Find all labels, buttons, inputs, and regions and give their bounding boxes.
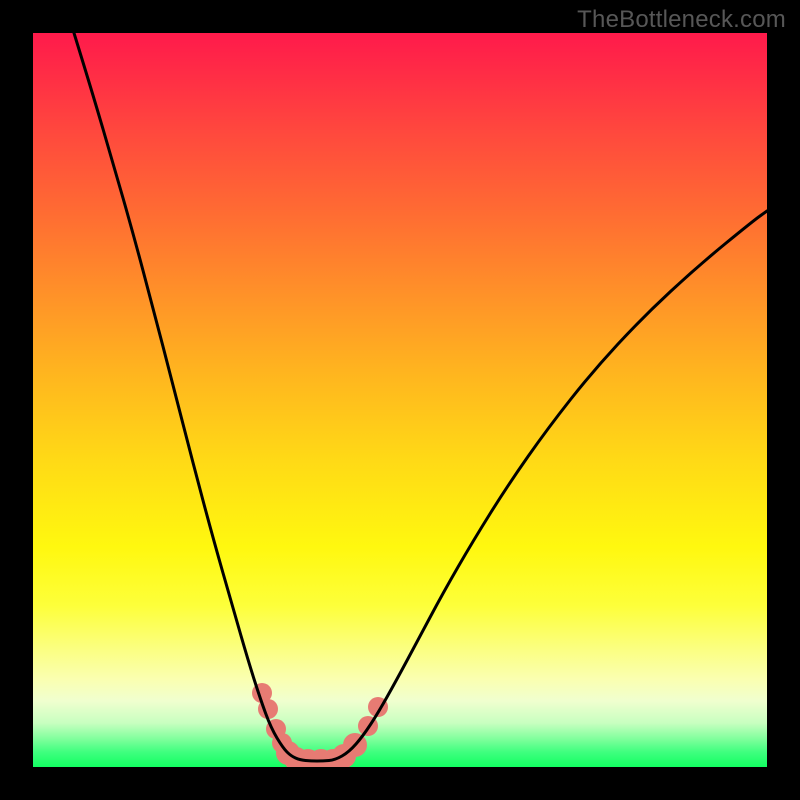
marker-dots-group bbox=[252, 683, 388, 767]
plot-area bbox=[33, 33, 767, 767]
bottleneck-curve-path bbox=[74, 33, 767, 761]
chart-frame: TheBottleneck.com bbox=[0, 0, 800, 800]
curve-svg bbox=[33, 33, 767, 767]
watermark-text: TheBottleneck.com bbox=[577, 6, 786, 34]
